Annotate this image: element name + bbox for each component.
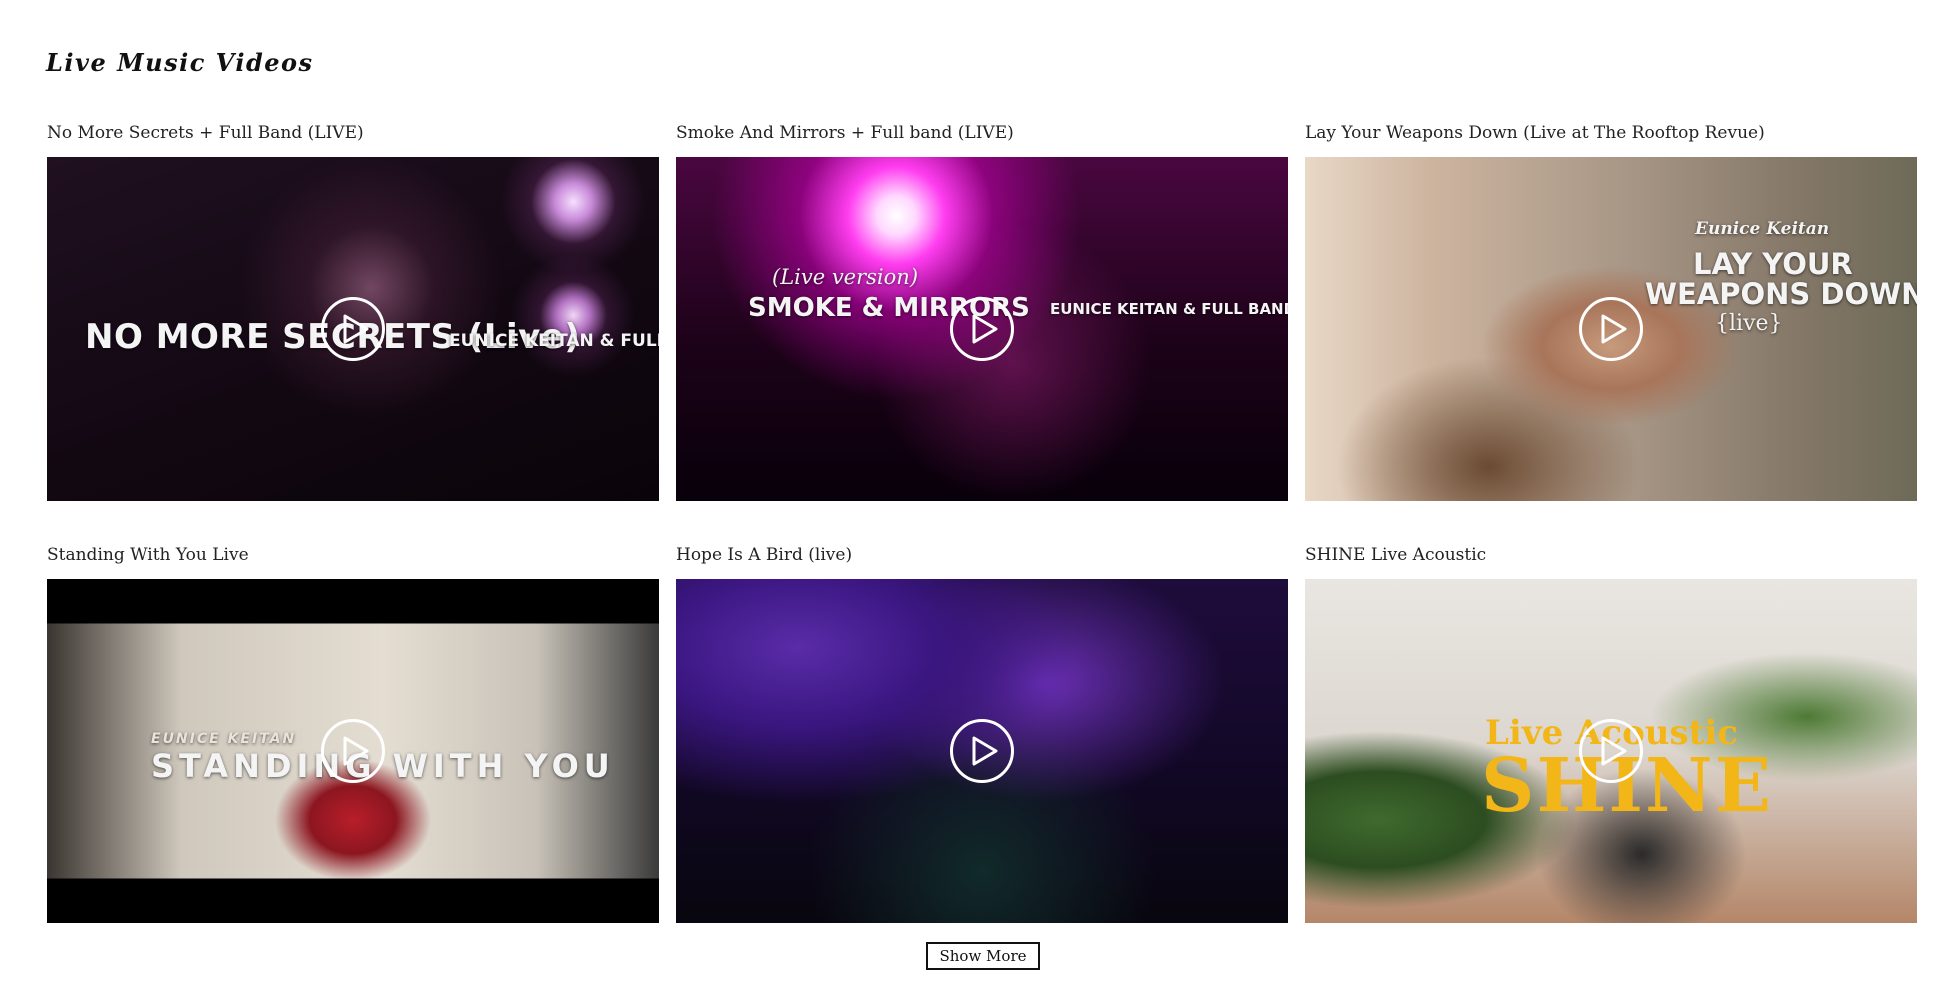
video-thumbnail[interactable]: (Live version) SMOKE & MIRRORS EUNICE KE… — [676, 157, 1288, 501]
play-circle-icon[interactable] — [950, 297, 1014, 361]
video-thumbnail[interactable] — [676, 579, 1288, 923]
video-title[interactable]: Standing With You Live — [47, 543, 659, 579]
play-circle-icon[interactable] — [321, 297, 385, 361]
play-circle-icon[interactable] — [1579, 297, 1643, 361]
video-title[interactable]: No More Secrets + Full Band (LIVE) — [47, 121, 659, 157]
video-card: Hope Is A Bird (live) — [676, 543, 1288, 923]
video-title[interactable]: SHINE Live Acoustic — [1305, 543, 1917, 579]
thumbnail-kicker: EUNICE KEITAN — [151, 731, 297, 747]
video-card: SHINE Live Acoustic Live Acoustic SHINE — [1305, 543, 1917, 923]
section-title: Live Music Videos — [46, 48, 314, 77]
video-thumbnail[interactable]: Live Acoustic SHINE — [1305, 579, 1917, 923]
thumbnail-subcaption: EUNICE KEITAN & FULL BAND — [449, 331, 659, 351]
video-title[interactable]: Smoke And Mirrors + Full band (LIVE) — [676, 121, 1288, 157]
play-circle-icon[interactable] — [950, 719, 1014, 783]
thumbnail-kicker: Eunice Keitan — [1695, 219, 1830, 239]
video-card: No More Secrets + Full Band (LIVE) NO MO… — [47, 121, 659, 501]
video-thumbnail[interactable]: NO MORE SECRETS (Live) EUNICE KEITAN & F… — [47, 157, 659, 501]
thumbnail-subcaption: {live} — [1715, 311, 1783, 336]
video-thumbnail[interactable]: EUNICE KEITAN STANDING WITH YOU — [47, 579, 659, 923]
video-title[interactable]: Lay Your Weapons Down (Live at The Rooft… — [1305, 121, 1917, 157]
play-circle-icon[interactable] — [321, 719, 385, 783]
video-card: Standing With You Live EUNICE KEITAN STA… — [47, 543, 659, 923]
play-circle-icon[interactable] — [1579, 719, 1643, 783]
video-title[interactable]: Hope Is A Bird (live) — [676, 543, 1288, 579]
thumbnail-caption: LAY YOUR — [1693, 247, 1853, 281]
video-thumbnail[interactable]: Eunice Keitan LAY YOUR WEAPONS DOWN {liv… — [1305, 157, 1917, 501]
thumbnail-kicker: (Live version) — [772, 265, 919, 289]
thumbnail-caption-line2: WEAPONS DOWN — [1645, 277, 1917, 311]
show-more-button[interactable]: Show More — [926, 942, 1040, 970]
live-music-videos-page: Live Music Videos No More Secrets + Full… — [0, 0, 1960, 996]
thumbnail-subcaption: EUNICE KEITAN & FULL BAND — [1050, 300, 1288, 318]
video-card: Smoke And Mirrors + Full band (LIVE) (Li… — [676, 121, 1288, 501]
video-card: Lay Your Weapons Down (Live at The Rooft… — [1305, 121, 1917, 501]
